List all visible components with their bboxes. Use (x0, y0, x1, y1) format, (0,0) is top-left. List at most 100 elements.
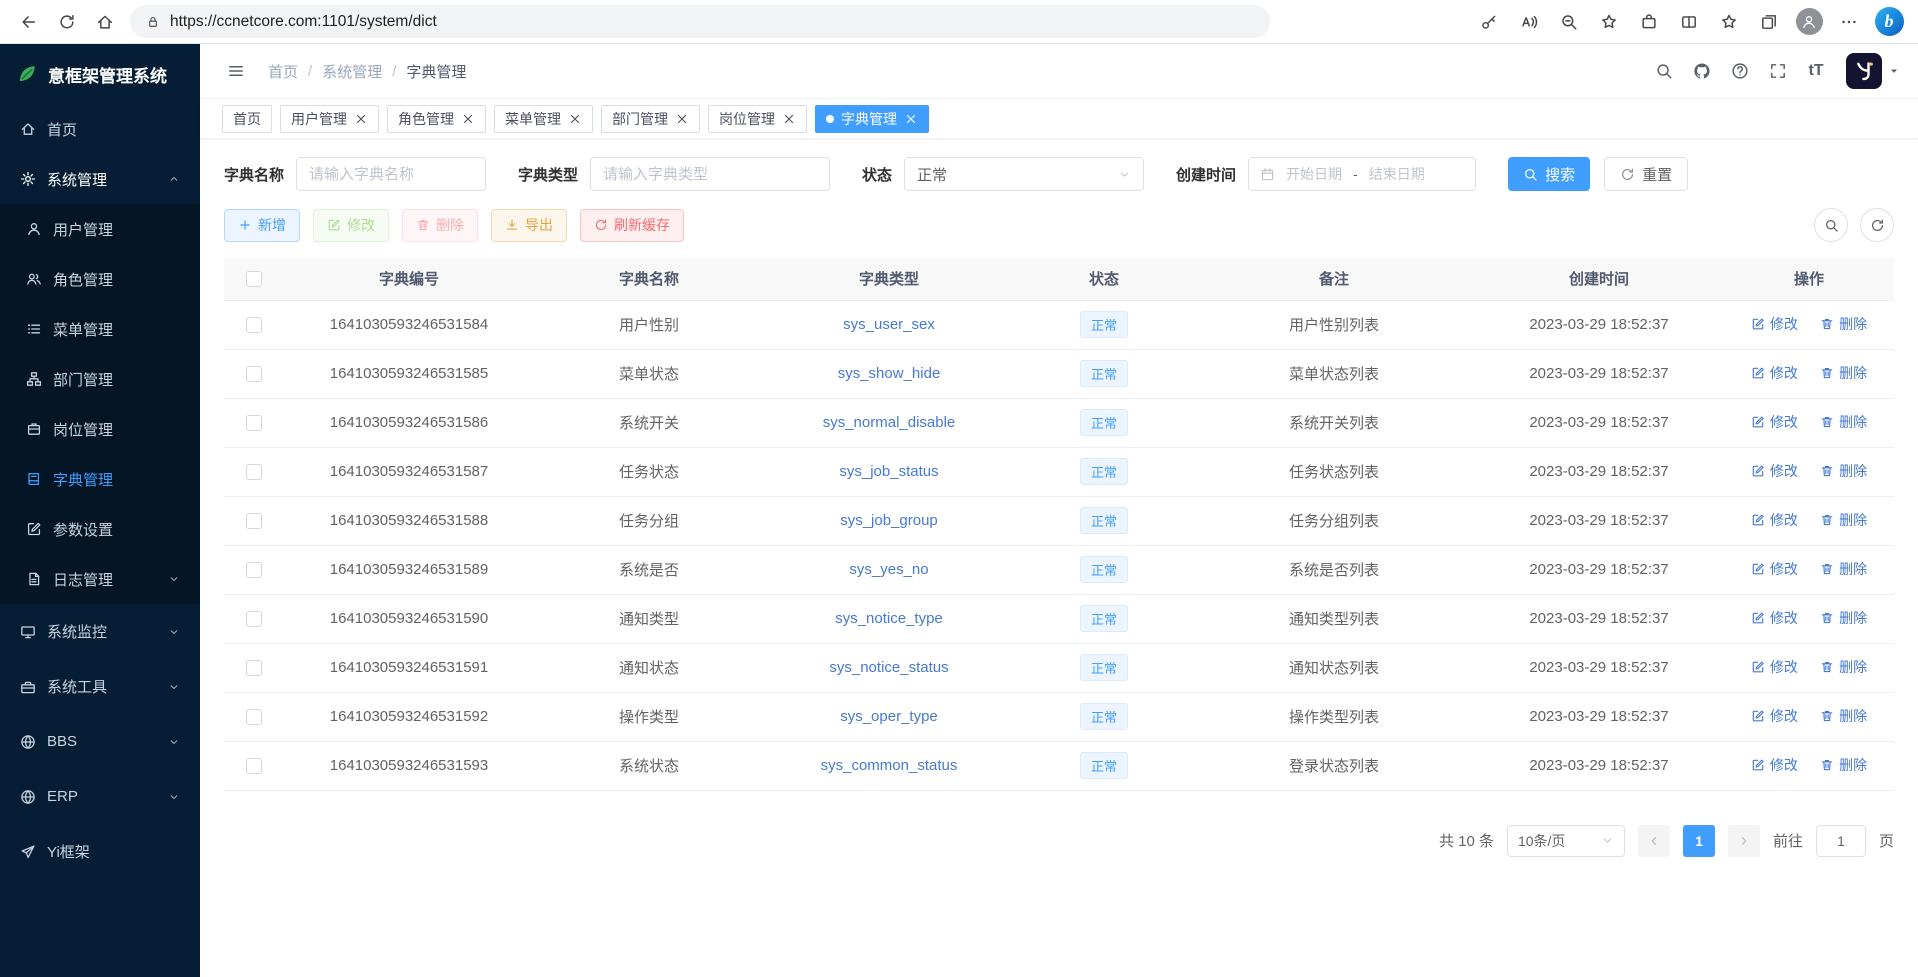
tab-dept-management[interactable]: 部门管理 (601, 105, 700, 133)
row-edit-link[interactable]: 修改 (1751, 559, 1798, 579)
row-checkbox[interactable] (246, 317, 262, 333)
toggle-search-button[interactable] (1814, 208, 1848, 242)
close-icon[interactable] (675, 112, 689, 126)
reset-button[interactable]: 重置 (1604, 157, 1688, 191)
dict-type-link[interactable]: sys_job_status (839, 463, 938, 480)
tab-post-management[interactable]: 岗位管理 (708, 105, 807, 133)
row-edit-link[interactable]: 修改 (1751, 706, 1798, 726)
close-icon[interactable] (461, 112, 475, 126)
row-delete-link[interactable]: 删除 (1820, 412, 1867, 432)
sidebar-item-menu-management[interactable]: 菜单管理 (0, 304, 200, 354)
breadcrumb-system-management[interactable]: 系统管理 (322, 61, 382, 82)
row-delete-link[interactable]: 删除 (1820, 706, 1867, 726)
address-bar[interactable]: https://ccnetcore.com:1101/system/dict (130, 5, 1270, 38)
tab-role-management[interactable]: 角色管理 (387, 105, 486, 133)
dict-type-link[interactable]: sys_notice_type (835, 610, 943, 627)
font-size-button[interactable]: tT (1798, 53, 1834, 89)
row-checkbox[interactable] (246, 709, 262, 725)
dict-type-link[interactable]: sys_show_hide (838, 365, 941, 382)
status-select[interactable]: 正常 (904, 157, 1144, 191)
row-edit-link[interactable]: 修改 (1751, 510, 1798, 530)
row-checkbox[interactable] (246, 611, 262, 627)
sidebar-toggle-button[interactable] (218, 53, 254, 89)
page-size-select[interactable]: 10条/页 (1507, 825, 1625, 857)
sidebar-item-home[interactable]: 首页 (0, 104, 200, 154)
dict-type-link[interactable]: sys_user_sex (843, 316, 935, 333)
table-refresh-button[interactable] (1860, 208, 1894, 242)
more-button[interactable] (1830, 4, 1868, 40)
sidebar-item-bbs[interactable]: BBS (0, 714, 200, 769)
row-checkbox[interactable] (246, 562, 262, 578)
page-1-button[interactable]: 1 (1683, 825, 1715, 857)
search-button[interactable]: 搜索 (1508, 157, 1590, 191)
row-checkbox[interactable] (246, 758, 262, 774)
row-checkbox[interactable] (246, 415, 262, 431)
breadcrumb-home[interactable]: 首页 (268, 61, 298, 82)
browser-home-button[interactable] (86, 4, 124, 40)
row-delete-link[interactable]: 删除 (1820, 363, 1867, 383)
edit-button[interactable]: 修改 (313, 209, 389, 242)
row-delete-link[interactable]: 删除 (1820, 755, 1867, 775)
row-delete-link[interactable]: 删除 (1820, 314, 1867, 334)
dict-type-link[interactable]: sys_yes_no (849, 561, 928, 578)
profile-button[interactable] (1790, 4, 1828, 40)
sidebar-item-system-tools[interactable]: 系统工具 (0, 659, 200, 714)
row-edit-link[interactable]: 修改 (1751, 412, 1798, 432)
date-range-picker[interactable]: 开始日期 - 结束日期 (1248, 157, 1476, 191)
row-edit-link[interactable]: 修改 (1751, 314, 1798, 334)
select-all-checkbox[interactable] (246, 271, 262, 287)
fullscreen-button[interactable] (1760, 53, 1796, 89)
tab-user-management[interactable]: 用户管理 (280, 105, 379, 133)
browser-back-button[interactable] (10, 4, 48, 40)
browser-refresh-button[interactable] (48, 4, 86, 40)
sidebar-item-post-management[interactable]: 岗位管理 (0, 404, 200, 454)
row-checkbox[interactable] (246, 464, 262, 480)
collections-button[interactable] (1750, 4, 1788, 40)
row-edit-link[interactable]: 修改 (1751, 657, 1798, 677)
user-avatar[interactable] (1846, 53, 1900, 89)
dict-type-link[interactable]: sys_oper_type (840, 708, 938, 725)
row-delete-link[interactable]: 删除 (1820, 461, 1867, 481)
dict-type-input[interactable] (590, 157, 830, 191)
sidebar-item-log-management[interactable]: 日志管理 (0, 554, 200, 604)
header-search-button[interactable] (1646, 53, 1682, 89)
row-edit-link[interactable]: 修改 (1751, 755, 1798, 775)
row-checkbox[interactable] (246, 366, 262, 382)
browser-essentials-button[interactable] (1630, 4, 1668, 40)
copilot-button[interactable]: b (1870, 4, 1908, 40)
refresh-cache-button[interactable]: 刷新缓存 (580, 209, 684, 242)
sidebar-item-erp[interactable]: ERP (0, 769, 200, 824)
goto-page-input[interactable] (1816, 825, 1866, 857)
sidebar-item-system-monitor[interactable]: 系统监控 (0, 604, 200, 659)
row-checkbox[interactable] (246, 660, 262, 676)
close-icon[interactable] (904, 112, 918, 126)
row-delete-link[interactable]: 删除 (1820, 657, 1867, 677)
split-screen-button[interactable] (1670, 4, 1708, 40)
row-checkbox[interactable] (246, 513, 262, 529)
prev-page-button[interactable] (1638, 825, 1670, 857)
add-button[interactable]: 新增 (224, 209, 300, 242)
dict-type-link[interactable]: sys_notice_status (829, 659, 948, 676)
sidebar-item-dept-management[interactable]: 部门管理 (0, 354, 200, 404)
delete-button[interactable]: 删除 (402, 209, 478, 242)
zoom-button[interactable] (1550, 4, 1588, 40)
row-delete-link[interactable]: 删除 (1820, 559, 1867, 579)
row-edit-link[interactable]: 修改 (1751, 363, 1798, 383)
sidebar-item-role-management[interactable]: 角色管理 (0, 254, 200, 304)
add-favorite-button[interactable] (1590, 4, 1628, 40)
read-aloud-button[interactable] (1510, 4, 1548, 40)
row-edit-link[interactable]: 修改 (1751, 461, 1798, 481)
row-delete-link[interactable]: 删除 (1820, 608, 1867, 628)
close-icon[interactable] (568, 112, 582, 126)
dict-type-link[interactable]: sys_common_status (821, 757, 958, 774)
dict-name-input[interactable] (296, 157, 486, 191)
close-icon[interactable] (782, 112, 796, 126)
tab-menu-management[interactable]: 菜单管理 (494, 105, 593, 133)
help-button[interactable] (1722, 53, 1758, 89)
sidebar-item-user-management[interactable]: 用户管理 (0, 204, 200, 254)
export-button[interactable]: 导出 (491, 209, 567, 242)
github-button[interactable] (1684, 53, 1720, 89)
favorites-button[interactable] (1710, 4, 1748, 40)
dict-type-link[interactable]: sys_normal_disable (823, 414, 956, 431)
sidebar-item-dict-management[interactable]: 字典管理 (0, 454, 200, 504)
